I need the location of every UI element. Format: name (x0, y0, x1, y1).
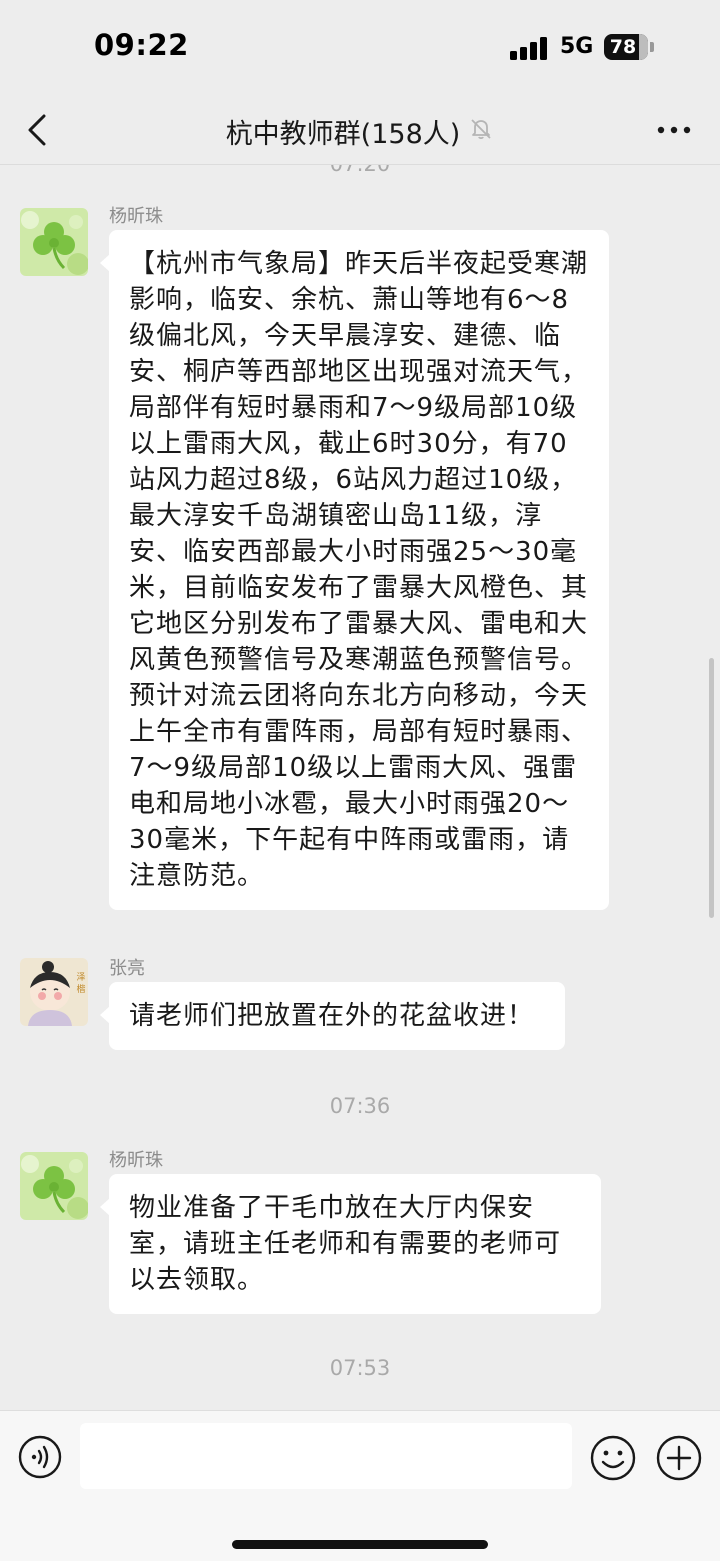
message-input[interactable] (80, 1423, 572, 1489)
home-indicator[interactable] (232, 1540, 488, 1549)
message-bubble[interactable]: 请老师们把放置在外的花盆收进！ (100, 982, 565, 1050)
chat-scrollbar[interactable] (709, 658, 714, 918)
avatar-stamp-char-2: 楷 (76, 983, 85, 995)
emoji-button[interactable] (590, 1435, 636, 1481)
chat-input-bar (0, 1410, 720, 1561)
voice-icon (18, 1435, 62, 1479)
chat-title-wrap: 杭中教师群(158人) (226, 112, 495, 151)
message-bubble[interactable]: 物业准备了干毛巾放在大厅内保安室，请班主任老师和有需要的老师可以去领取。 (100, 1174, 601, 1314)
avatar-zhang[interactable]: 泽 楷 (20, 958, 88, 1026)
chat-nav-bar: 杭中教师群(158人) (0, 96, 720, 165)
avatar-yang[interactable] (20, 1152, 88, 1220)
clover-avatar-icon (20, 1152, 88, 1220)
timestamp: 07:53 (329, 1356, 391, 1380)
sender-name: 杨昕珠 (109, 206, 163, 227)
chat-title: 杭中教师群(158人) (225, 119, 461, 150)
plus-icon (656, 1435, 702, 1481)
status-time: 09:22 (94, 28, 189, 62)
mute-icon (471, 119, 491, 140)
signal-icon (510, 36, 550, 60)
emoji-icon (590, 1435, 636, 1481)
timestamp-partial: 07:20 (329, 164, 391, 176)
timestamp: 07:36 (329, 1094, 391, 1118)
clover-avatar-icon (20, 208, 88, 276)
avatar-yang[interactable] (20, 208, 88, 276)
voice-button[interactable] (18, 1435, 62, 1479)
network-type: 5G (560, 34, 594, 59)
cartoon-girl-avatar-icon: 泽 楷 (20, 958, 88, 1026)
more-button[interactable] (656, 118, 692, 142)
sender-name: 杨昕珠 (109, 1150, 163, 1171)
sender-name: 张亮 (109, 958, 145, 979)
chat-message-list[interactable]: 07:20 杨昕珠 【杭州市气象局】昨天后半夜起受寒潮影响，临安、余杭、萧山等地… (0, 164, 720, 1410)
message-bubble[interactable]: 【杭州市气象局】昨天后半夜起受寒潮影响，临安、余杭、萧山等地有6～8级偏北风，今… (100, 230, 609, 910)
battery-level: 78 (609, 36, 637, 58)
battery-icon: 78 (604, 34, 648, 60)
more-functions-button[interactable] (656, 1435, 702, 1481)
avatar-stamp-char-1: 泽 (76, 972, 85, 983)
battery-tip (650, 42, 654, 52)
more-icon (657, 126, 691, 134)
status-bar: 09:22 5G 78 (0, 0, 720, 96)
